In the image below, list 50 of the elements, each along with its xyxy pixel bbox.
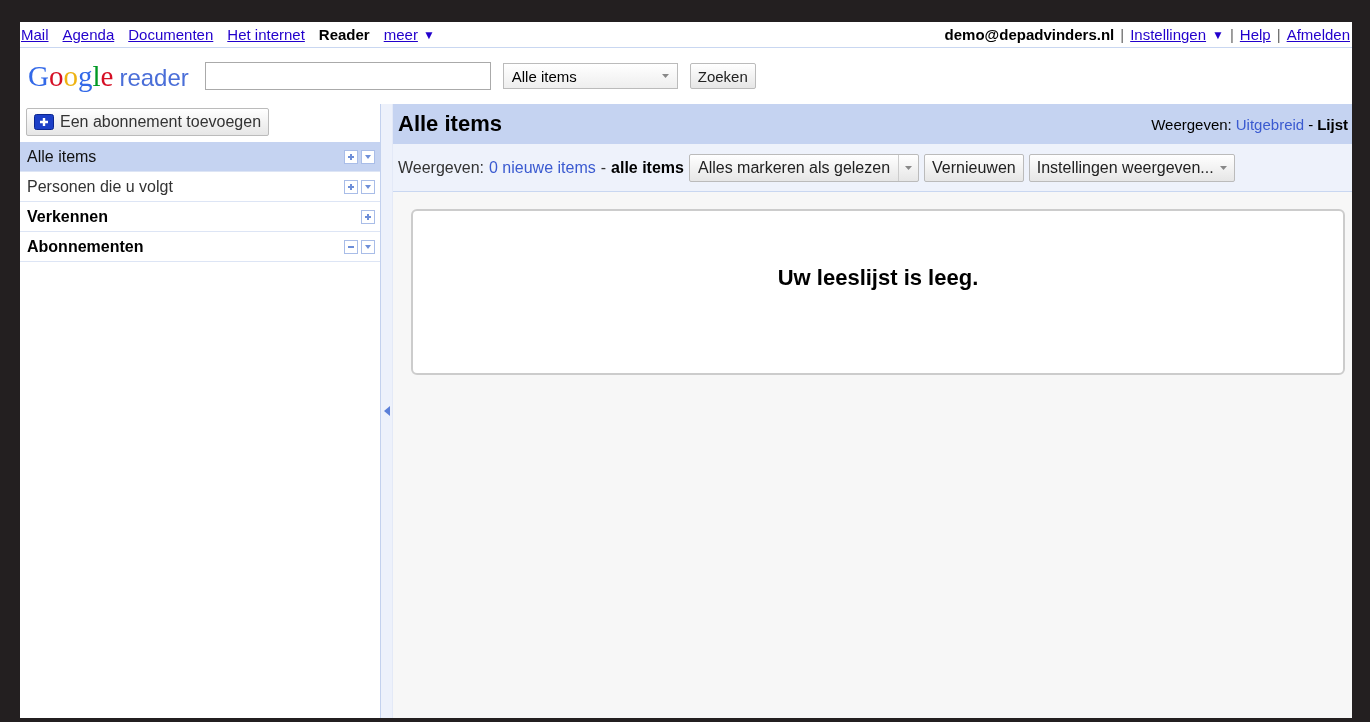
logo-wordmark: Google bbox=[28, 59, 114, 93]
sidebar-item[interactable]: Verkennen bbox=[20, 202, 380, 232]
dropdown-icon[interactable] bbox=[361, 149, 375, 164]
nav-link[interactable]: Reader bbox=[318, 26, 370, 43]
sidebar-item[interactable]: Personen die u volgt bbox=[20, 172, 380, 202]
sidebar-item[interactable]: Abonnementen bbox=[20, 232, 380, 262]
search-field[interactable] bbox=[204, 62, 491, 90]
separator: | bbox=[1276, 26, 1281, 43]
mark-read-button[interactable]: Alles markeren als gelezen bbox=[688, 153, 920, 182]
dropdown-icon[interactable] bbox=[361, 239, 375, 254]
refresh-button[interactable]: Vernieuwen bbox=[924, 153, 1024, 182]
minus-icon[interactable] bbox=[344, 239, 358, 254]
page-title: Alle items bbox=[398, 111, 502, 137]
dropdown-icon[interactable] bbox=[361, 179, 375, 194]
sidebar-item[interactable]: Alle items bbox=[20, 142, 380, 172]
collapse-arrow-icon[interactable] bbox=[383, 406, 390, 416]
separator: - bbox=[1308, 115, 1314, 133]
filter-link[interactable]: 0 nieuwe items bbox=[489, 158, 596, 177]
more-link[interactable]: meer bbox=[383, 26, 418, 43]
filter-link[interactable]: alle items bbox=[611, 158, 684, 177]
nav-link[interactable]: Het internet bbox=[227, 26, 305, 43]
dropdown-caret-icon bbox=[661, 74, 669, 78]
account-link[interactable]: Help bbox=[1239, 26, 1271, 43]
account-email: demo@depadvinders.nl bbox=[944, 26, 1115, 43]
caret-icon[interactable]: ▼ bbox=[422, 27, 435, 42]
add-icon[interactable] bbox=[344, 149, 358, 164]
plus-icon bbox=[34, 114, 54, 130]
separator: | bbox=[1120, 26, 1125, 43]
nav-link[interactable]: Documenten bbox=[128, 26, 214, 43]
add-icon[interactable] bbox=[344, 179, 358, 194]
view-mode-link[interactable]: Lijst bbox=[1317, 115, 1348, 133]
search-button[interactable]: Zoeken bbox=[689, 63, 756, 89]
view-settings-button[interactable]: Instellingen weergeven... bbox=[1028, 153, 1235, 182]
empty-message: Uw leeslijst is leeg. bbox=[777, 265, 979, 291]
scope-dropdown[interactable]: Alle items bbox=[502, 63, 678, 89]
caret-icon[interactable]: ▼ bbox=[1212, 27, 1224, 42]
account-link[interactable]: Instellingen bbox=[1130, 26, 1207, 43]
add-icon[interactable] bbox=[361, 209, 375, 224]
add-subscription-button[interactable]: Een abonnement toevoegen bbox=[26, 108, 270, 136]
logo-product: reader bbox=[119, 63, 189, 92]
filter-label: Weergeven: bbox=[398, 158, 484, 177]
separator: - bbox=[600, 158, 607, 177]
nav-link[interactable]: Agenda bbox=[62, 26, 115, 43]
account-link[interactable]: Afmelden bbox=[1286, 26, 1350, 43]
dropdown-caret-icon bbox=[905, 165, 913, 170]
dropdown-caret-icon bbox=[1219, 165, 1227, 170]
separator: | bbox=[1229, 26, 1234, 43]
nav-link[interactable]: Mail bbox=[21, 26, 49, 43]
view-mode-link[interactable]: Uitgebreid bbox=[1235, 115, 1305, 133]
view-label: Weergeven: bbox=[1151, 115, 1232, 133]
